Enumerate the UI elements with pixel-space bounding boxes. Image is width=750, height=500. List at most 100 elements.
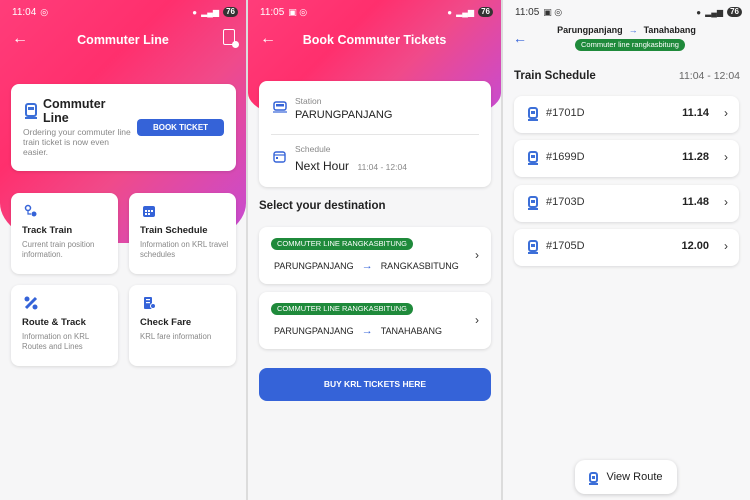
page-title: Commuter Line	[77, 33, 169, 47]
calendar-icon	[143, 206, 155, 217]
line-badge: Commuter line rangkasbitung	[575, 39, 685, 51]
chevron-right-icon: ›	[724, 239, 728, 253]
schedule-label: Schedule	[295, 144, 331, 154]
schedule-row[interactable]: #1705D 12.00 ›	[514, 229, 739, 266]
status-time: 11:05	[260, 6, 285, 18]
departure-time: 11.28	[682, 151, 709, 163]
route-origin: PARUNGPANJANG	[274, 326, 354, 336]
status-time: 11:05	[515, 6, 540, 18]
schedule-row[interactable]: #1701D 11.14 ›	[514, 96, 739, 133]
arrow-right-icon: →	[361, 260, 373, 272]
train-icon	[528, 240, 538, 254]
station-field[interactable]: Station PARUNGPANJANG	[271, 95, 491, 125]
schedule-range: 11:04 - 12:04	[357, 162, 407, 172]
arrow-right-icon: →	[628, 25, 638, 35]
route-origin: Parungpanjang	[557, 25, 623, 35]
station-label: Station	[295, 96, 322, 106]
divider	[271, 134, 479, 135]
feature-desc: Current train position information.	[22, 240, 95, 259]
station-train-icon	[273, 101, 287, 113]
feature-route-track[interactable]: Route & Track Information on KRL Routes …	[11, 285, 118, 366]
location-icon: ●	[447, 7, 453, 17]
calendar-icon	[273, 151, 286, 163]
departure-time: 11.14	[682, 107, 709, 119]
train-number: #1703D	[546, 196, 585, 208]
buy-tickets-button[interactable]: BUY KRL TICKETS HERE	[259, 368, 491, 401]
station-value: PARUNGPANJANG	[295, 109, 393, 121]
schedule-range: 11:04 - 12:04	[678, 70, 740, 82]
view-route-label: View Route	[606, 471, 663, 483]
chevron-right-icon: ›	[475, 313, 479, 327]
status-bar: 11:05 ▣ ◎ ● ▂▄▆ 76	[515, 6, 742, 18]
chevron-right-icon: ›	[475, 248, 479, 262]
line-badge: COMMUTER LINE RANGKASBITUNG	[271, 238, 414, 250]
train-number: #1701D	[546, 107, 585, 119]
train-icon	[589, 471, 599, 485]
feature-desc: Information on KRL travel schedules	[140, 240, 229, 259]
feature-track-train[interactable]: Track Train Current train position infor…	[11, 193, 118, 274]
train-icon	[528, 151, 538, 165]
signal-icon: ▂▄▆	[705, 7, 724, 17]
track-icon	[24, 204, 37, 217]
card-title: Commuter Line	[43, 97, 106, 125]
chevron-right-icon: ›	[724, 150, 728, 164]
chevron-right-icon: ›	[724, 106, 728, 120]
destination-heading: Select your destination	[259, 200, 386, 212]
station-schedule-card: Station PARUNGPANJANG Schedule Next Hour…	[259, 81, 491, 187]
route-icon	[24, 296, 38, 310]
feature-title: Route & Track	[22, 317, 86, 328]
arrow-right-icon: →	[361, 325, 373, 337]
status-time: 11:04	[12, 6, 37, 18]
departure-time: 11.48	[682, 196, 709, 208]
whatsapp-icon: ◎	[40, 6, 49, 17]
page-title: Book Commuter Tickets	[302, 33, 447, 47]
back-arrow-icon[interactable]: ←	[260, 30, 278, 48]
feature-train-schedule[interactable]: Train Schedule Information on KRL travel…	[129, 193, 236, 274]
departure-time: 12.00	[681, 240, 709, 252]
schedule-field[interactable]: Schedule Next Hour 11:04 - 12:04	[271, 143, 491, 175]
location-icon: ●	[192, 7, 198, 17]
route-option-tanahabang[interactable]: COMMUTER LINE RANGKASBITUNG PARUNGPANJAN…	[259, 292, 491, 349]
app-bar: ← Commuter Line	[0, 28, 246, 52]
app-bar: ← Book Commuter Tickets	[248, 28, 501, 52]
route-option-rangkasbitung[interactable]: COMMUTER LINE RANGKASBITUNG PARUNGPANJAN…	[259, 227, 491, 284]
feature-desc: KRL fare information	[140, 332, 212, 341]
schedule-value: Next Hour	[295, 159, 350, 173]
train-icon	[25, 103, 37, 119]
schedule-row[interactable]: #1703D 11.48 ›	[514, 185, 739, 222]
train-icon	[528, 107, 538, 121]
route-destination: TANAHABANG	[380, 326, 443, 336]
feature-title: Track Train	[22, 225, 73, 236]
signal-icon: ▂▄▆	[201, 7, 220, 17]
train-schedule-screen: 11:05 ▣ ◎ ● ▂▄▆ 76 ← Parungpanjang → Tan…	[503, 0, 750, 500]
book-tickets-screen: 11:05 ▣ ◎ ● ▂▄▆ 76 ← Book Commuter Ticke…	[248, 0, 501, 500]
schedule-row[interactable]: #1699D 11.28 ›	[514, 140, 739, 177]
battery-level: 76	[478, 7, 493, 17]
train-number: #1705D	[546, 240, 585, 252]
view-route-button[interactable]: View Route	[575, 460, 677, 494]
commuter-line-card: Commuter Line Ordering your commuter lin…	[11, 84, 236, 171]
feature-desc: Information on KRL Routes and Lines	[22, 332, 89, 351]
line-badge: COMMUTER LINE RANGKASBITUNG	[271, 303, 414, 315]
screenshot-icon: ▣ ◎	[543, 6, 563, 17]
chevron-right-icon: ›	[724, 195, 728, 209]
route-header: Parungpanjang → Tanahabang	[503, 25, 750, 35]
status-bar: 11:04 ◎ ● ▂▄▆ 76	[12, 6, 238, 18]
feature-title: Train Schedule	[140, 225, 208, 236]
fare-icon	[144, 297, 156, 309]
book-ticket-button[interactable]: BOOK TICKET	[137, 119, 224, 136]
back-arrow-icon[interactable]: ←	[12, 30, 30, 48]
screenshot-icon: ▣ ◎	[288, 6, 308, 17]
feature-title: Check Fare	[140, 317, 192, 328]
ticket-history-icon[interactable]	[223, 29, 239, 48]
route-destination: Tanahabang	[643, 25, 696, 35]
signal-icon: ▂▄▆	[456, 7, 475, 17]
commuter-line-screen: 11:04 ◎ ● ▂▄▆ 76 ← Commuter Line Commute…	[0, 0, 246, 500]
route-origin: PARUNGPANJANG	[274, 261, 354, 271]
battery-level: 76	[727, 7, 742, 17]
train-icon	[528, 196, 538, 210]
feature-check-fare[interactable]: Check Fare KRL fare information	[129, 285, 236, 366]
card-description: Ordering your commuter line train ticket…	[23, 127, 131, 157]
status-bar: 11:05 ▣ ◎ ● ▂▄▆ 76	[260, 6, 493, 18]
battery-level: 76	[223, 7, 238, 17]
